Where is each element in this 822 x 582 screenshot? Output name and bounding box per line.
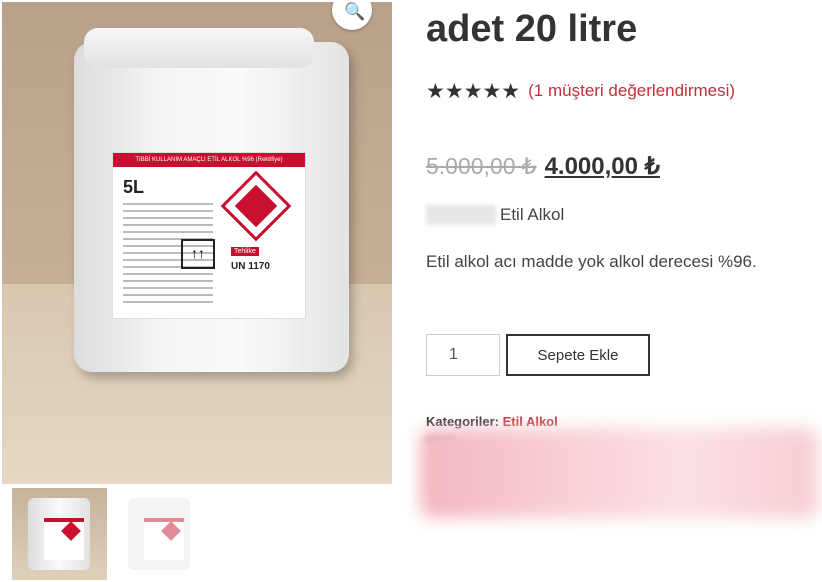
product-gallery: TIBBİ KULLANIM AMAÇLI ETİL ALKOL %96 (Re… xyxy=(0,0,394,582)
price-row: 5.000,00 ₺ 4.000,00 ₺ xyxy=(426,152,660,181)
rating-row: ★★★★★ (1 müşteri değerlendirmesi) xyxy=(426,76,735,106)
redacted-block xyxy=(426,205,496,225)
label-band: TIBBİ KULLANIM AMAÇLI ETİL ALKOL %96 (Re… xyxy=(113,153,305,167)
sale-price: 4.000,00 ₺ xyxy=(544,153,660,180)
label-size: 5L xyxy=(123,177,145,197)
brand-row: Etil Alkol xyxy=(426,205,564,225)
zoom-button[interactable]: 🔍 xyxy=(332,2,372,30)
canister-handle xyxy=(84,28,314,68)
hazard-badge: Tehlike xyxy=(231,247,259,256)
product-description: Etil alkol acı madde yok alkol derecesi … xyxy=(426,252,757,271)
star-rating-icon: ★★★★★ xyxy=(426,79,521,103)
category-link[interactable]: Etil Alkol xyxy=(503,414,558,429)
product-brand: Etil Alkol xyxy=(500,205,565,224)
add-to-cart-button[interactable]: Sepete Ekle xyxy=(506,334,650,376)
this-way-up-icon: ↑↑ xyxy=(181,239,215,269)
product-label: TIBBİ KULLANIM AMAÇLI ETİL ALKOL %96 (Re… xyxy=(112,152,306,319)
old-price: 5.000,00 ₺ xyxy=(426,153,537,179)
product-title: adet 20 litre xyxy=(426,8,638,50)
un-code: UN 1170 xyxy=(231,261,270,272)
redacted-area xyxy=(420,428,818,518)
thumbnail-label xyxy=(44,518,84,560)
thumbnail-label xyxy=(144,518,184,560)
thumbnail-1[interactable] xyxy=(12,488,107,580)
product-categories: Kategoriler: Etil Alkol xyxy=(426,414,558,429)
quantity-input[interactable] xyxy=(426,334,500,376)
review-count-link[interactable]: (1 müşteri değerlendirmesi) xyxy=(528,81,735,101)
categories-label: Kategoriler: xyxy=(426,414,499,429)
zoom-icon: 🔍 xyxy=(344,2,366,21)
product-main-image[interactable]: TIBBİ KULLANIM AMAÇLI ETİL ALKOL %96 (Re… xyxy=(2,2,392,484)
thumbnail-2[interactable] xyxy=(112,488,207,580)
